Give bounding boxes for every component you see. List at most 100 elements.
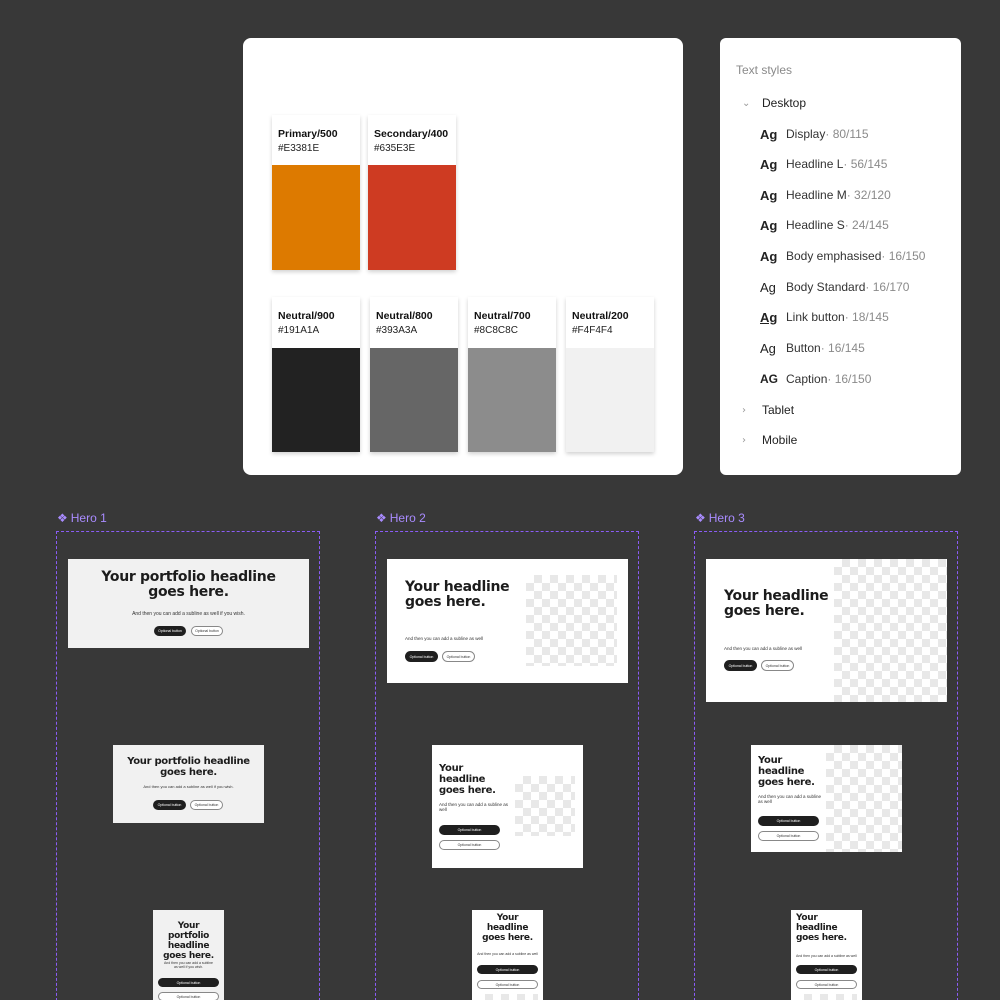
hero-subline: And then you can add a subline as well i…: [143, 784, 234, 789]
swatch-name: Secondary/400: [374, 128, 449, 140]
swatch-hex: #191A1A: [278, 325, 320, 336]
swatch-hex: #393A3A: [376, 325, 418, 336]
primary-button[interactable]: Optional button: [724, 660, 757, 671]
text-style-headline-l[interactable]: Ag Headline L · 56/145: [760, 156, 887, 172]
secondary-button[interactable]: Optional button: [758, 831, 819, 841]
text-style-glyph-icon: Ag: [760, 156, 778, 172]
swatch-primary-500[interactable]: Primary/500 #E3381E: [272, 115, 360, 270]
text-style-glyph-icon: AG: [760, 372, 778, 386]
hero-headline: Your headline goes here.: [724, 588, 829, 620]
text-style-meta: · 24/145: [844, 218, 889, 232]
swatch-neutral-900[interactable]: Neutral/900 #191A1A: [272, 297, 360, 452]
text-style-name: Caption: [786, 372, 828, 386]
text-style-meta: · 80/115: [825, 127, 869, 141]
secondary-button[interactable]: Optional button: [761, 660, 794, 671]
primary-button[interactable]: Optional button: [477, 965, 538, 974]
swatch-hex: #E3381E: [278, 143, 320, 154]
text-style-meta: · 32/120: [846, 188, 891, 202]
hero-1-tablet[interactable]: Your portfolio headline goes here. And t…: [113, 745, 264, 823]
group-desktop[interactable]: ⌄ Desktop: [742, 95, 806, 111]
text-style-meta: · 56/145: [843, 157, 888, 171]
text-style-headline-m[interactable]: Ag Headline M · 32/120: [760, 187, 891, 203]
swatch-color: [370, 348, 458, 452]
swatch-color: [566, 348, 654, 452]
component-icon: ❖: [376, 511, 387, 525]
hero-headline: Your headline goes here.: [439, 763, 496, 796]
primary-button[interactable]: Optional button: [158, 978, 219, 987]
text-style-glyph-icon: Ag: [760, 126, 778, 142]
secondary-button[interactable]: Optional button: [796, 980, 857, 989]
component-icon: ❖: [695, 511, 706, 525]
hero-1-label[interactable]: ❖ Hero 1: [57, 511, 107, 525]
text-style-meta: · 16/150: [827, 372, 872, 386]
group-label: Mobile: [762, 433, 798, 447]
group-mobile[interactable]: › Mobile: [742, 432, 797, 448]
chevron-right-icon: ›: [742, 434, 746, 446]
text-style-name: Body Standard: [786, 280, 866, 294]
primary-button[interactable]: Optional button: [154, 626, 186, 636]
hero-2-frame[interactable]: Your headline goes here. And then you ca…: [375, 531, 639, 1000]
image-placeholder: [796, 994, 857, 1000]
hero-subline: And then you can add a subline as well: [724, 646, 803, 651]
hero-1-mobile[interactable]: Your portfolio headline goes here. And t…: [153, 910, 224, 1000]
primary-button[interactable]: Optional button: [439, 825, 500, 835]
hero-headline: Your headline goes here.: [482, 913, 533, 943]
group-tablet[interactable]: › Tablet: [742, 402, 794, 418]
text-style-headline-s[interactable]: Ag Headline S · 24/145: [760, 217, 889, 233]
hero-2-tablet[interactable]: Your headline goes here. And then you ca…: [432, 745, 583, 868]
hero-2-desktop[interactable]: Your headline goes here. And then you ca…: [387, 559, 628, 683]
secondary-button[interactable]: Optional button: [190, 800, 223, 810]
image-placeholder: [834, 559, 947, 702]
primary-button[interactable]: Optional button: [153, 800, 186, 810]
secondary-button[interactable]: Optional button: [442, 651, 475, 662]
hero-headline: Your headline goes here.: [758, 755, 815, 788]
secondary-button[interactable]: Optional button: [191, 626, 223, 636]
secondary-button[interactable]: Optional button: [477, 980, 538, 989]
swatch-color: [368, 165, 456, 270]
primary-button[interactable]: Optional button: [758, 816, 819, 826]
text-styles-heading: Text styles: [736, 63, 793, 77]
swatch-neutral-800[interactable]: Neutral/800 #393A3A: [370, 297, 458, 452]
chevron-right-icon: ›: [742, 404, 746, 416]
hero-1-frame[interactable]: Your portfolio headline goes here. And t…: [56, 531, 320, 1000]
text-style-display[interactable]: Ag Display · 80/115: [760, 126, 869, 142]
group-label: Tablet: [762, 403, 795, 417]
text-style-glyph-icon: Ag: [760, 309, 778, 325]
primary-button[interactable]: Optional button: [405, 651, 438, 662]
text-style-body-standard[interactable]: Ag Body Standard · 16/170: [760, 279, 909, 295]
text-style-glyph-icon: Ag: [760, 340, 776, 356]
text-style-link-button[interactable]: Ag Link button · 18/145: [760, 309, 889, 325]
color-palette-card: Primary/500 #E3381E Secondary/400 #635E3…: [243, 38, 683, 475]
text-style-meta: · 16/150: [881, 249, 926, 263]
text-style-caption[interactable]: AG Caption · 16/150: [760, 371, 871, 387]
text-style-button[interactable]: Ag Button · 16/145: [760, 340, 865, 356]
hero-3-frame[interactable]: Your headline goes here. And then you ca…: [694, 531, 958, 1000]
hero-3-mobile[interactable]: Your headline goes here. And then you ca…: [791, 910, 862, 1000]
swatch-name: Primary/500: [278, 128, 338, 140]
primary-button[interactable]: Optional button: [796, 965, 857, 974]
swatch-neutral-200[interactable]: Neutral/200 #F4F4F4: [566, 297, 654, 452]
hero-3-tablet[interactable]: Your headline goes here. And then you ca…: [751, 745, 902, 852]
hero-3-desktop[interactable]: Your headline goes here. And then you ca…: [706, 559, 947, 702]
hero-3-label[interactable]: ❖ Hero 3: [695, 511, 745, 525]
hero-2-label[interactable]: ❖ Hero 2: [376, 511, 426, 525]
hero-subline: And then you can add a subline as well: [477, 952, 538, 956]
swatch-name: Neutral/900: [278, 310, 335, 322]
text-styles-panel: Text styles ⌄ Desktop Ag Display · 80/11…: [720, 38, 961, 475]
text-style-name: Link button: [786, 310, 845, 324]
swatch-neutral-700[interactable]: Neutral/700 #8C8C8C: [468, 297, 556, 452]
image-placeholder: [515, 776, 575, 836]
hero-subline: And then you can add a subline as well: [405, 636, 484, 641]
hero-headline: Your portfolio headline goes here.: [163, 921, 214, 961]
swatch-secondary-400[interactable]: Secondary/400 #635E3E: [368, 115, 456, 270]
hero-1-desktop[interactable]: Your portfolio headline goes here. And t…: [68, 559, 309, 648]
hero-subline: And then you can add a subline as well i…: [163, 961, 214, 970]
swatch-color: [272, 165, 360, 270]
text-style-body-emphasised[interactable]: Ag Body emphasised · 16/150: [760, 248, 925, 264]
hero-2-mobile[interactable]: Your headline goes here. And then you ca…: [472, 910, 543, 1000]
secondary-button[interactable]: Optional button: [158, 992, 219, 1000]
secondary-button[interactable]: Optional button: [439, 840, 500, 850]
swatch-hex: #F4F4F4: [572, 325, 613, 336]
hero-subline: And then you can add a subline as well: [796, 954, 857, 958]
image-placeholder: [526, 575, 617, 666]
